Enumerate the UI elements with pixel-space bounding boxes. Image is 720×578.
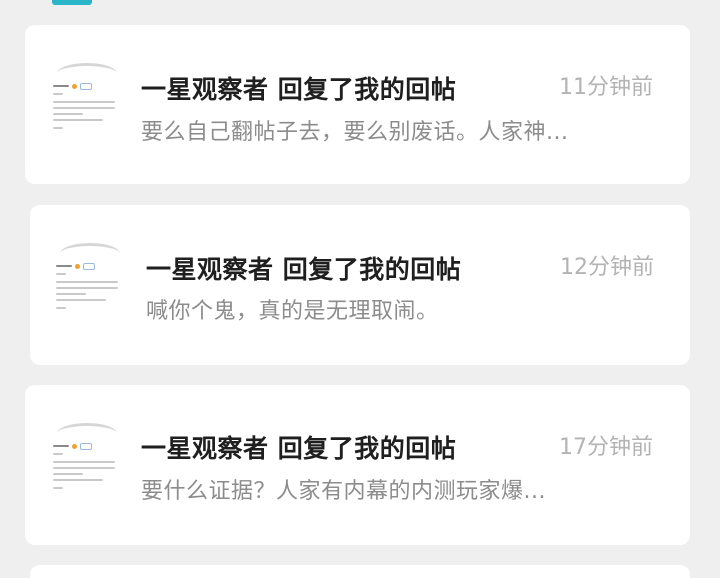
reply-snippet: 喊你个鬼，真的是无理取闹。 <box>146 299 439 324</box>
post-thumbnail[interactable] <box>52 243 124 321</box>
reply-snippet: 要么自己翻帖子去，要么别废话。人家神... <box>141 120 569 145</box>
notification-card[interactable] <box>30 565 690 578</box>
notification-card[interactable]: 一星观察者 回复了我的回帖 11分钟前 要么自己翻帖子去，要么别废话。人家神..… <box>25 25 690 184</box>
active-tab-indicator <box>52 0 92 5</box>
notification-title: 一星观察者 回复了我的回帖 <box>146 255 462 284</box>
notification-card[interactable]: 一星观察者 回复了我的回帖 17分钟前 要什么证据？人家有内幕的内测玩家爆... <box>25 385 690 545</box>
notification-time: 17分钟前 <box>559 435 653 460</box>
post-thumbnail[interactable] <box>49 63 121 141</box>
notification-title: 一星观察者 回复了我的回帖 <box>141 434 457 463</box>
notification-title: 一星观察者 回复了我的回帖 <box>141 75 457 104</box>
notification-time: 12分钟前 <box>560 255 654 280</box>
reply-snippet: 要什么证据？人家有内幕的内测玩家爆... <box>141 479 546 504</box>
post-thumbnail[interactable] <box>49 423 121 501</box>
notification-time: 11分钟前 <box>559 75 653 100</box>
notification-card[interactable]: 一星观察者 回复了我的回帖 12分钟前 喊你个鬼，真的是无理取闹。 <box>30 205 690 365</box>
